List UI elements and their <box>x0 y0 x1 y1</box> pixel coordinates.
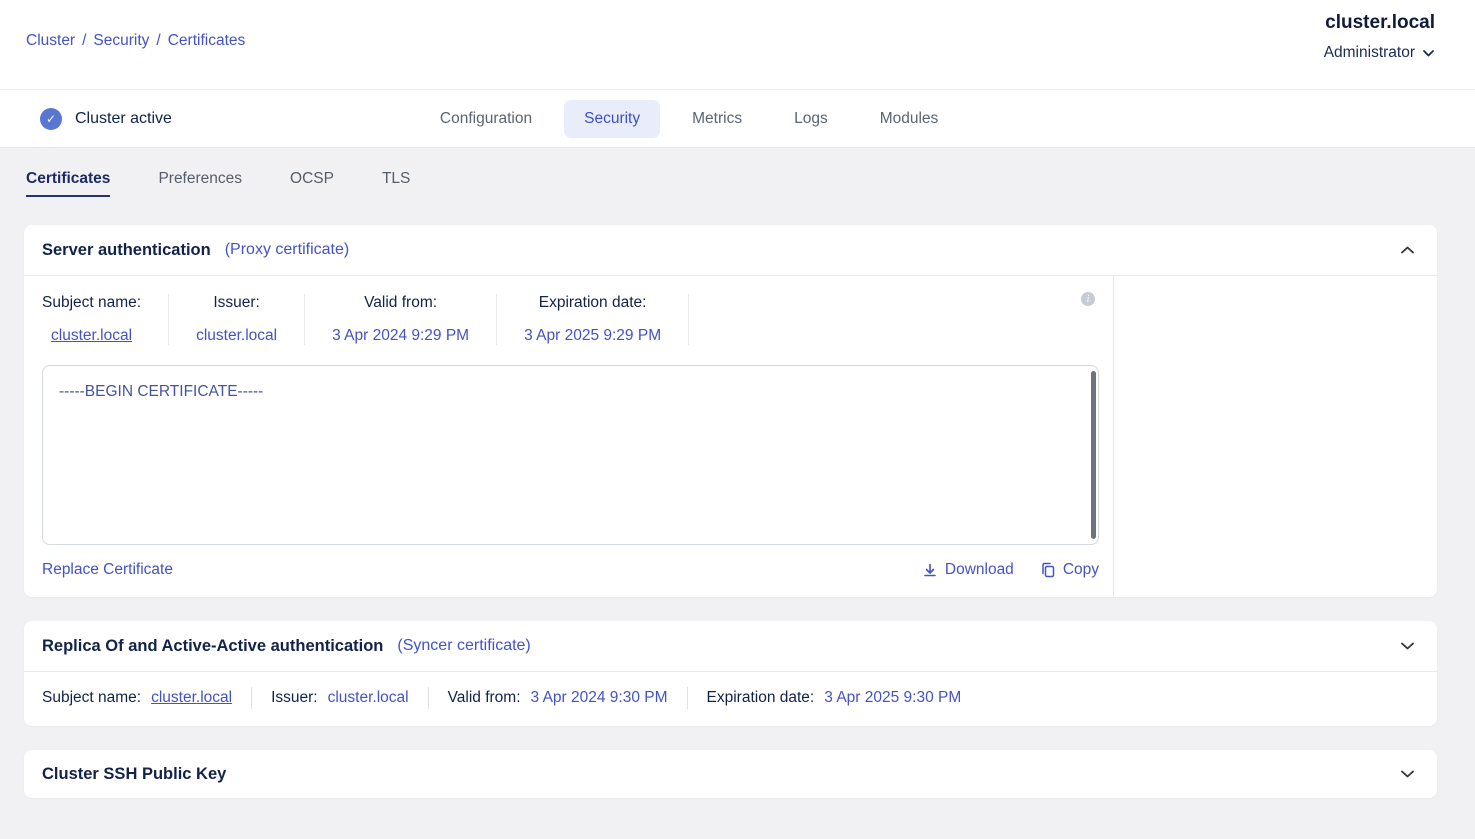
subject-name-link[interactable]: cluster.local <box>151 689 232 707</box>
tab-modules[interactable]: Modules <box>860 100 959 138</box>
syncer-auth-card-header[interactable]: Replica Of and Active-Active authenticat… <box>24 621 1437 671</box>
field-label: Valid from: <box>332 294 469 312</box>
scrollbar-thumb[interactable] <box>1091 371 1096 539</box>
sub-tab-certificates[interactable]: Certificates <box>26 170 110 197</box>
cluster-status-label: Cluster active <box>75 110 172 128</box>
certificate-action-group: Download Copy <box>922 561 1099 579</box>
field-label: Expiration date: <box>524 294 661 312</box>
account-menu[interactable]: Administrator <box>1324 44 1435 62</box>
card-title: Replica Of and Active-Active authenticat… <box>42 637 383 656</box>
breadcrumb-separator: / <box>156 32 160 50</box>
top-header: Cluster / Security / Certificates cluste… <box>0 0 1475 90</box>
expiration-date-value: 3 Apr 2025 9:30 PM <box>824 689 961 707</box>
cluster-name: cluster.local <box>1324 12 1435 34</box>
sub-tabs: Certificates Preferences OCSP TLS <box>26 170 1437 197</box>
ssh-key-card: Cluster SSH Public Key <box>24 750 1437 798</box>
expand-button[interactable] <box>1400 641 1415 651</box>
main-content: Certificates Preferences OCSP TLS Server… <box>0 148 1475 798</box>
issuer-value: cluster.local <box>196 327 277 345</box>
field-label: Valid from: <box>448 689 521 707</box>
chevron-down-icon <box>1400 769 1415 779</box>
vertical-divider <box>687 687 688 709</box>
download-button[interactable]: Download <box>922 561 1014 579</box>
field-label: Issuer: <box>196 294 277 312</box>
certificate-actions: Replace Certificate Download <box>42 561 1099 593</box>
breadcrumb: Cluster / Security / Certificates <box>26 32 245 50</box>
field-valid-from: Valid from: 3 Apr 2024 9:29 PM <box>305 294 497 345</box>
card-subtitle: (Proxy certificate) <box>225 241 349 259</box>
server-auth-card: Server authentication (Proxy certificate… <box>24 225 1437 597</box>
vertical-divider <box>428 687 429 709</box>
copy-button[interactable]: Copy <box>1040 561 1099 579</box>
replace-certificate-link[interactable]: Replace Certificate <box>42 561 173 579</box>
copy-label: Copy <box>1063 561 1099 579</box>
card-right-spacer <box>1114 276 1437 597</box>
field-label: Subject name: <box>42 294 141 312</box>
issuer-value: cluster.local <box>328 689 409 707</box>
card-title: Server authentication <box>42 241 211 260</box>
cluster-status: ✓ Cluster active <box>40 108 172 130</box>
sub-tab-tls[interactable]: TLS <box>382 170 410 197</box>
card-title: Cluster SSH Public Key <box>42 765 226 784</box>
breadcrumb-item-certificates[interactable]: Certificates <box>168 32 246 50</box>
account-label: Administrator <box>1324 44 1415 62</box>
server-auth-card-header[interactable]: Server authentication (Proxy certificate… <box>24 225 1437 275</box>
server-auth-card-body: Subject name: cluster.local Issuer: clus… <box>24 275 1437 597</box>
account-area: cluster.local Administrator <box>1324 12 1435 62</box>
card-subtitle: (Syncer certificate) <box>397 637 530 655</box>
tab-security[interactable]: Security <box>564 100 660 138</box>
sub-tab-ocsp[interactable]: OCSP <box>290 170 334 197</box>
field-label: Expiration date: <box>707 689 815 707</box>
vertical-divider <box>251 687 252 709</box>
breadcrumb-item-security[interactable]: Security <box>93 32 149 50</box>
syncer-summary-row: Subject name: cluster.local Issuer: clus… <box>24 671 1437 726</box>
main-tabs: Configuration Security Metrics Logs Modu… <box>420 100 958 138</box>
certificate-fields: Subject name: cluster.local Issuer: clus… <box>42 292 1099 349</box>
field-label: Subject name: <box>42 689 141 707</box>
ssh-key-card-header[interactable]: Cluster SSH Public Key <box>24 750 1437 798</box>
expiration-date-value: 3 Apr 2025 9:29 PM <box>524 327 661 345</box>
copy-icon <box>1040 562 1056 578</box>
chevron-down-icon <box>1422 49 1435 58</box>
chevron-up-icon <box>1400 245 1415 255</box>
field-expiration-date: Expiration date: 3 Apr 2025 9:29 PM <box>497 294 689 345</box>
download-label: Download <box>945 561 1014 579</box>
breadcrumb-separator: / <box>82 32 86 50</box>
field-issuer: Issuer: cluster.local <box>169 294 305 345</box>
chevron-down-icon <box>1400 641 1415 651</box>
field-subject-name: Subject name: cluster.local <box>42 294 169 345</box>
subject-name-link[interactable]: cluster.local <box>42 327 141 345</box>
nav-bar: ✓ Cluster active Configuration Security … <box>0 90 1475 148</box>
valid-from-value: 3 Apr 2024 9:29 PM <box>332 327 469 345</box>
download-icon <box>922 562 938 578</box>
certificate-details: Subject name: cluster.local Issuer: clus… <box>24 276 1114 597</box>
breadcrumb-item-cluster[interactable]: Cluster <box>26 32 75 50</box>
valid-from-value: 3 Apr 2024 9:30 PM <box>531 689 668 707</box>
certificate-preview-text: -----BEGIN CERTIFICATE----- <box>59 383 263 400</box>
tab-configuration[interactable]: Configuration <box>420 100 552 138</box>
tab-logs[interactable]: Logs <box>774 100 848 138</box>
collapse-button[interactable] <box>1400 245 1415 255</box>
tab-metrics[interactable]: Metrics <box>672 100 762 138</box>
info-icon[interactable]: i <box>1081 292 1095 306</box>
certificate-textarea[interactable]: -----BEGIN CERTIFICATE----- <box>42 365 1099 545</box>
sub-tab-preferences[interactable]: Preferences <box>158 170 242 197</box>
field-label: Issuer: <box>271 689 318 707</box>
syncer-auth-card: Replica Of and Active-Active authenticat… <box>24 621 1437 726</box>
check-circle-icon: ✓ <box>40 108 62 130</box>
expand-button[interactable] <box>1400 769 1415 779</box>
